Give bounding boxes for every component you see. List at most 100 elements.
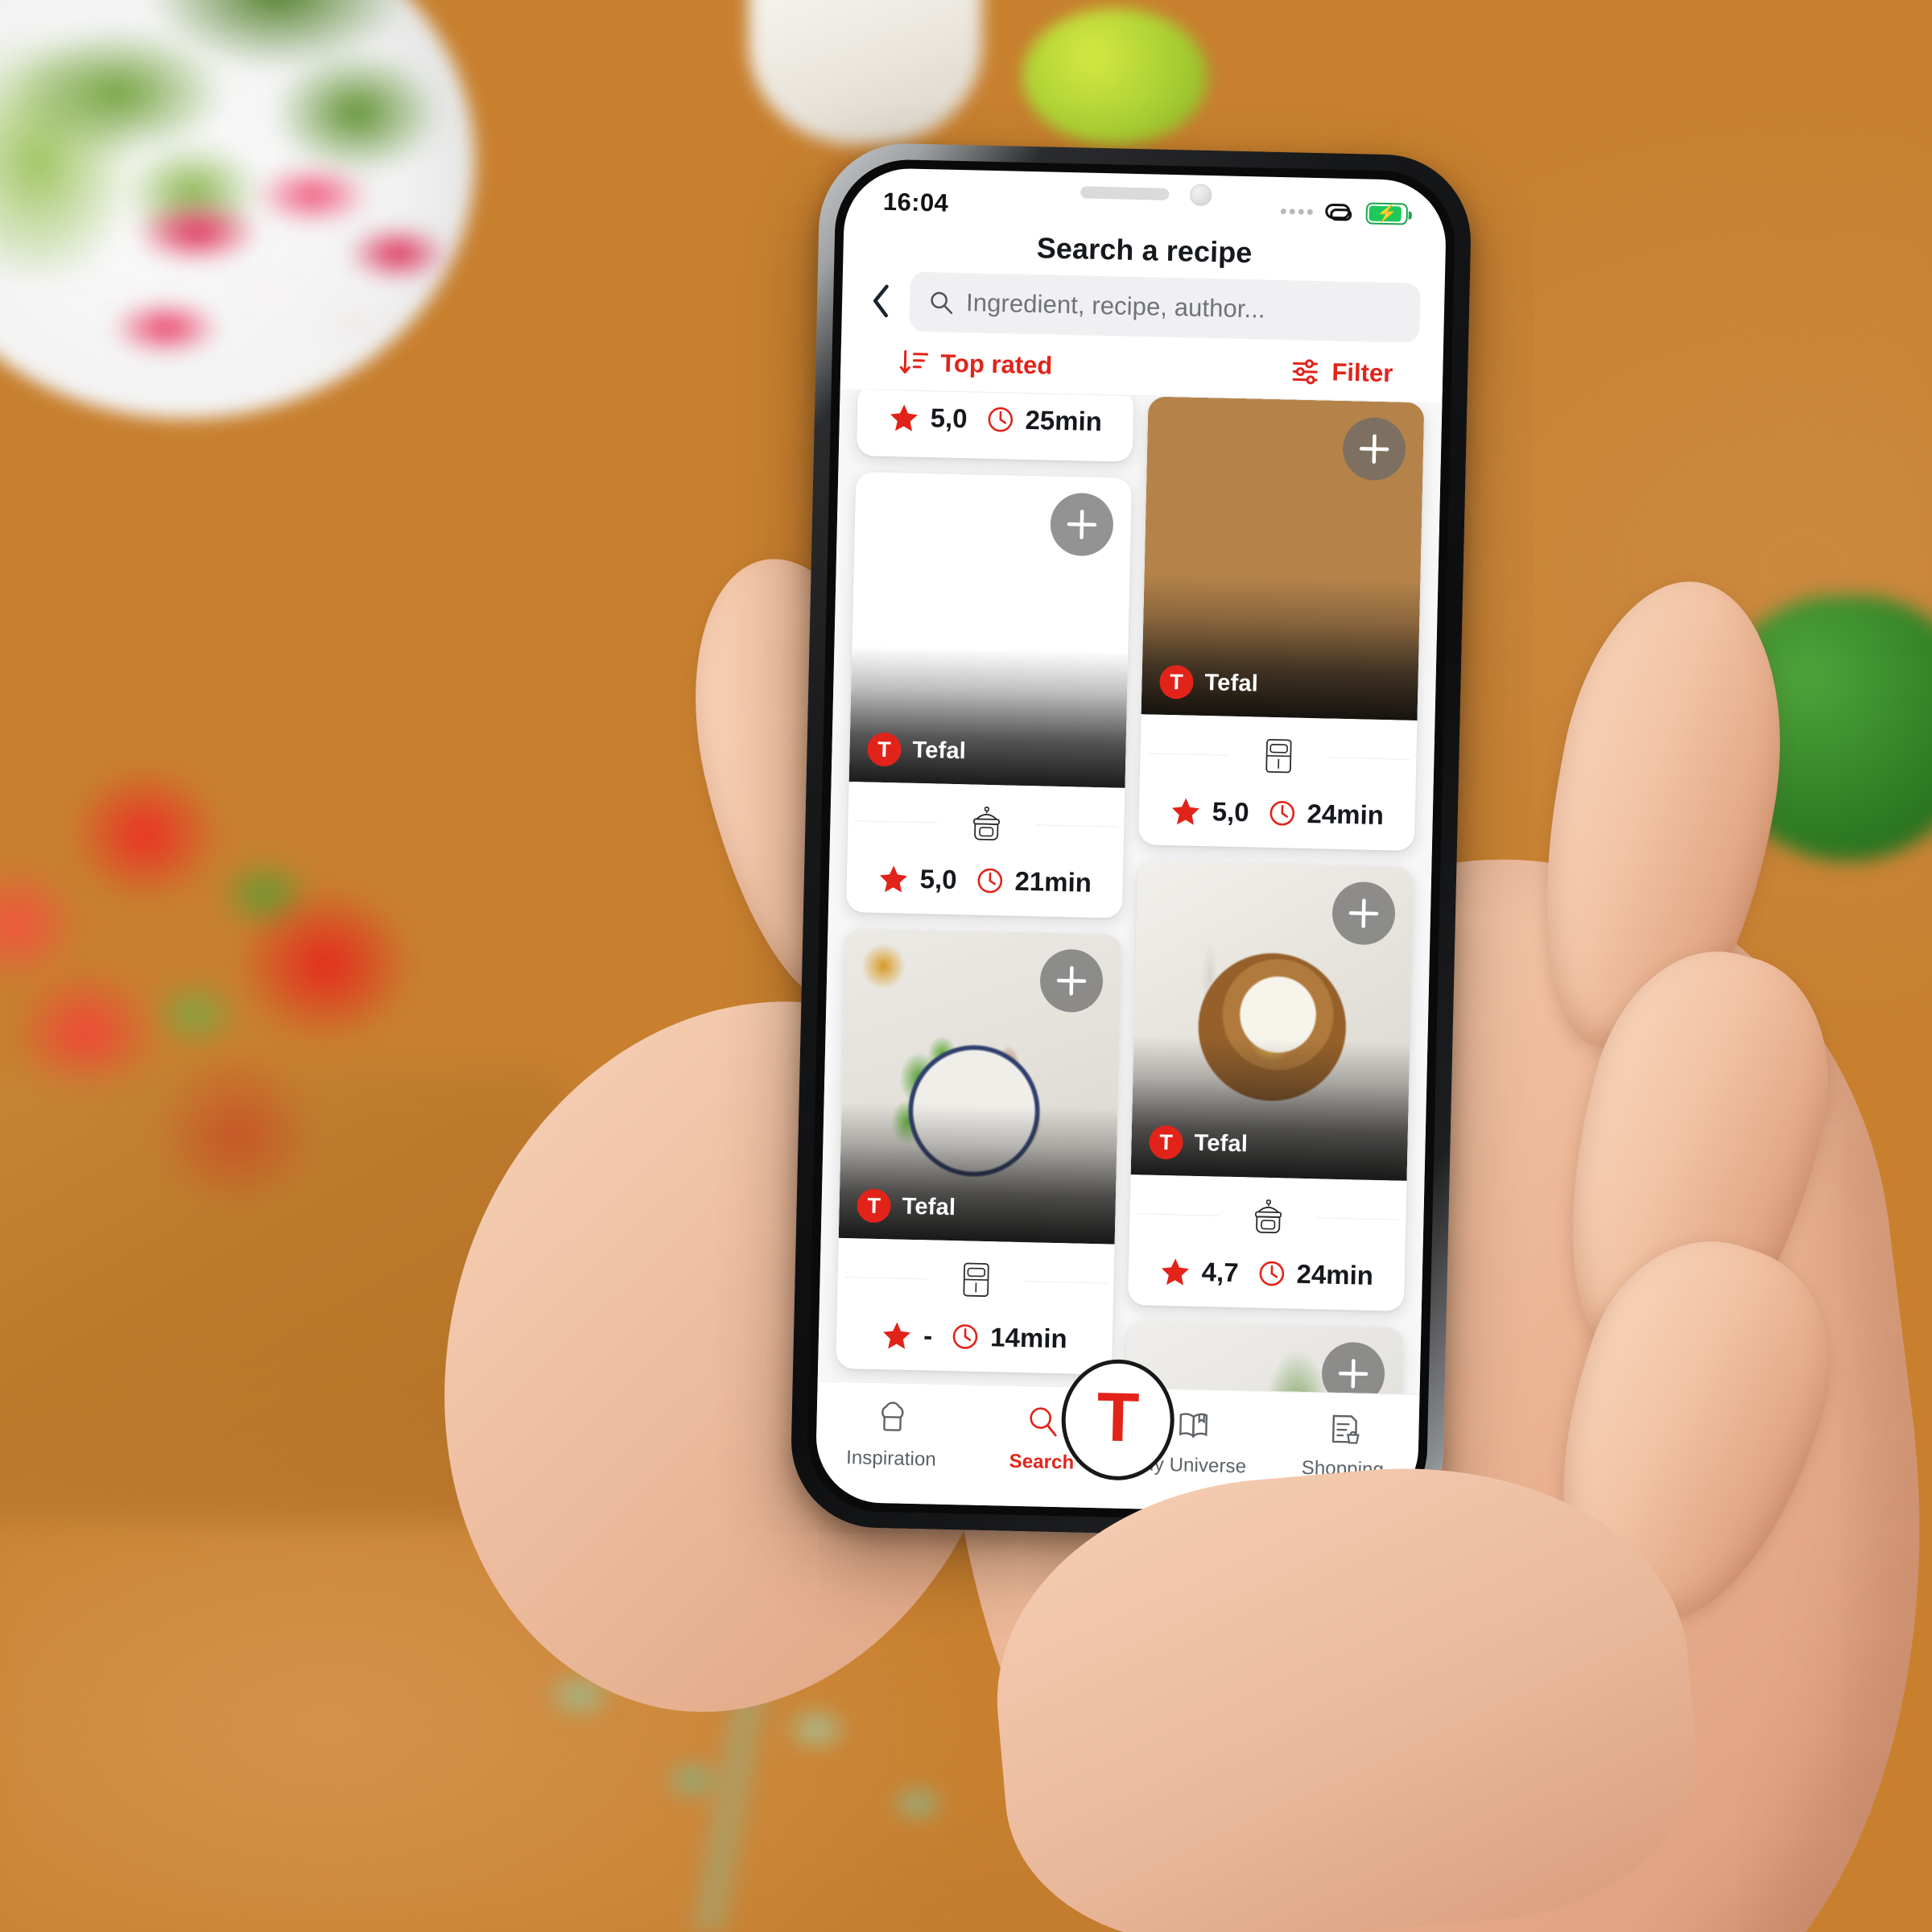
brand-badge: T Tefal <box>1159 664 1259 701</box>
tefal-t-logo: T <box>1149 1125 1183 1160</box>
front-camera <box>1189 183 1212 206</box>
recipe-rating: 5,0 <box>1212 796 1250 828</box>
clock-icon <box>977 868 1002 894</box>
appliance-row <box>848 786 1125 861</box>
recipe-card-meta: 5,0 21min <box>846 782 1125 919</box>
tefal-t-logo: T <box>857 1188 892 1224</box>
smartphone-device: 16:04 ⚡ Search a recipe Ingredient, reci… <box>789 142 1473 1541</box>
recipe-photo: T Tefal <box>1141 396 1425 721</box>
recipe-stats: 5,0 21min <box>846 854 1124 919</box>
plus-icon <box>1067 510 1097 539</box>
open-book-icon <box>1173 1404 1212 1447</box>
recipe-rating: - <box>923 1320 933 1351</box>
appliance-row <box>1129 1179 1407 1253</box>
search-icon <box>931 291 953 315</box>
recipe-results-list[interactable]: 5,0 25min T Tefal 5,0 21min T Tefal - 14… <box>817 389 1443 1395</box>
cutting-board <box>0 1071 564 1521</box>
shopping-list-icon <box>1323 1408 1363 1451</box>
filter-label: Filter <box>1331 357 1393 388</box>
search-row: Ingredient, recipe, author... <box>841 270 1445 357</box>
appliance-row <box>837 1243 1115 1317</box>
clock-icon <box>952 1324 978 1349</box>
multicooker-icon <box>960 796 1012 851</box>
sort-top-rated-button[interactable]: Top rated <box>873 347 1290 387</box>
star-icon <box>883 1322 911 1349</box>
photo-shade <box>838 1101 1118 1245</box>
recipe-photo <box>1121 1321 1404 1395</box>
brand-badge: T Tefal <box>857 1188 956 1224</box>
tab-shopping[interactable]: Shopping <box>1267 1406 1419 1482</box>
status-clock: 16:04 <box>882 187 949 217</box>
tefal-t-logo: T <box>1159 664 1194 700</box>
star-icon <box>1161 1258 1189 1286</box>
recipe-photo: T Tefal <box>848 472 1133 788</box>
lime-fruit <box>1022 8 1208 145</box>
brand-name: Tefal <box>1204 669 1259 697</box>
tab-label: Search <box>1009 1450 1075 1474</box>
tefal-logo-icon: T <box>1096 1378 1141 1457</box>
multicooker-icon <box>1242 1189 1294 1244</box>
brand-badge: T Tefal <box>1149 1125 1248 1162</box>
tab-label: Inspiration <box>845 1447 937 1471</box>
air-fryer-icon <box>950 1253 1001 1307</box>
recipe-card[interactable]: 5,0 25min <box>856 389 1134 462</box>
plus-icon <box>1359 434 1389 464</box>
recipe-duration: 25min <box>1025 404 1103 437</box>
clock-icon <box>1259 1261 1284 1286</box>
plus-icon <box>1338 1359 1368 1389</box>
recipe-rating: 4,7 <box>1201 1257 1240 1288</box>
star-icon <box>879 865 907 893</box>
recipe-photo: T Tefal <box>838 927 1122 1245</box>
recipe-duration: 21min <box>1014 865 1092 898</box>
search-input[interactable]: Ingredient, recipe, author... <box>909 271 1421 343</box>
star-icon <box>1171 798 1199 825</box>
recipe-rating: 5,0 <box>919 864 958 895</box>
signal-dots-icon <box>1280 208 1313 215</box>
plus-icon <box>1056 966 1087 996</box>
tab-inspiration[interactable]: Inspiration <box>815 1396 968 1472</box>
recipe-card[interactable]: T Tefal <box>1127 861 1414 1311</box>
recipe-card-meta: - 14min <box>836 1238 1115 1375</box>
back-chevron-icon[interactable] <box>863 281 899 320</box>
recipe-duration: 24min <box>1307 798 1385 831</box>
chef-hat-icon <box>873 1397 912 1440</box>
photo-shade <box>848 645 1129 788</box>
recipe-stats: - 14min <box>836 1311 1113 1375</box>
radishes <box>89 121 475 386</box>
recipe-card-meta: 5,0 25min <box>857 390 1134 462</box>
recipe-card[interactable]: T Tefal <box>836 927 1122 1375</box>
recipe-stats: 5,0 24min <box>1138 786 1416 851</box>
recipe-stats: 4,7 24min <box>1128 1247 1406 1311</box>
herb-sprig <box>467 1594 1030 1932</box>
search-icon <box>1023 1401 1063 1443</box>
brand-badge: T Tefal <box>867 732 966 769</box>
recipe-card[interactable]: T Tefal <box>845 472 1133 919</box>
phone-screen: 16:04 ⚡ Search a recipe Ingredient, reci… <box>815 167 1447 1516</box>
appliance-row <box>1140 719 1418 793</box>
phone-bezel: 16:04 ⚡ Search a recipe Ingredient, reci… <box>806 158 1456 1525</box>
search-placeholder: Ingredient, recipe, author... <box>965 288 1266 324</box>
recipe-photo: T Tefal <box>1130 861 1414 1181</box>
link-chain-icon <box>1325 203 1352 221</box>
brand-name: Tefal <box>902 1193 956 1220</box>
recipe-duration: 14min <box>989 1322 1068 1354</box>
clock-icon <box>988 407 1013 432</box>
sliders-filter-icon <box>1292 359 1319 385</box>
results-column-left: 5,0 25min T Tefal 5,0 21min T Tefal - 14… <box>836 389 1134 1387</box>
sort-descending-icon <box>899 349 929 374</box>
phone-notch <box>1033 171 1259 215</box>
plus-icon <box>1348 898 1379 928</box>
recipe-rating: 5,0 <box>930 402 968 434</box>
recipe-duration: 24min <box>1296 1258 1374 1290</box>
recipe-card[interactable] <box>1121 1321 1404 1395</box>
clock-icon <box>1269 800 1294 826</box>
sort-label: Top rated <box>940 349 1053 380</box>
recipe-card[interactable]: T Tefal <box>1137 396 1425 851</box>
recipe-stats: 5,0 25min <box>857 390 1134 462</box>
filter-button[interactable]: Filter <box>1290 356 1411 389</box>
results-column-right: T Tefal 5,0 24min T Tefal 4,7 24min <box>1121 396 1425 1395</box>
air-fryer-icon <box>1253 729 1304 783</box>
tefal-t-logo: T <box>867 732 902 767</box>
tab-label: Shopping <box>1301 1457 1385 1481</box>
status-indicators: ⚡ <box>1280 199 1409 226</box>
